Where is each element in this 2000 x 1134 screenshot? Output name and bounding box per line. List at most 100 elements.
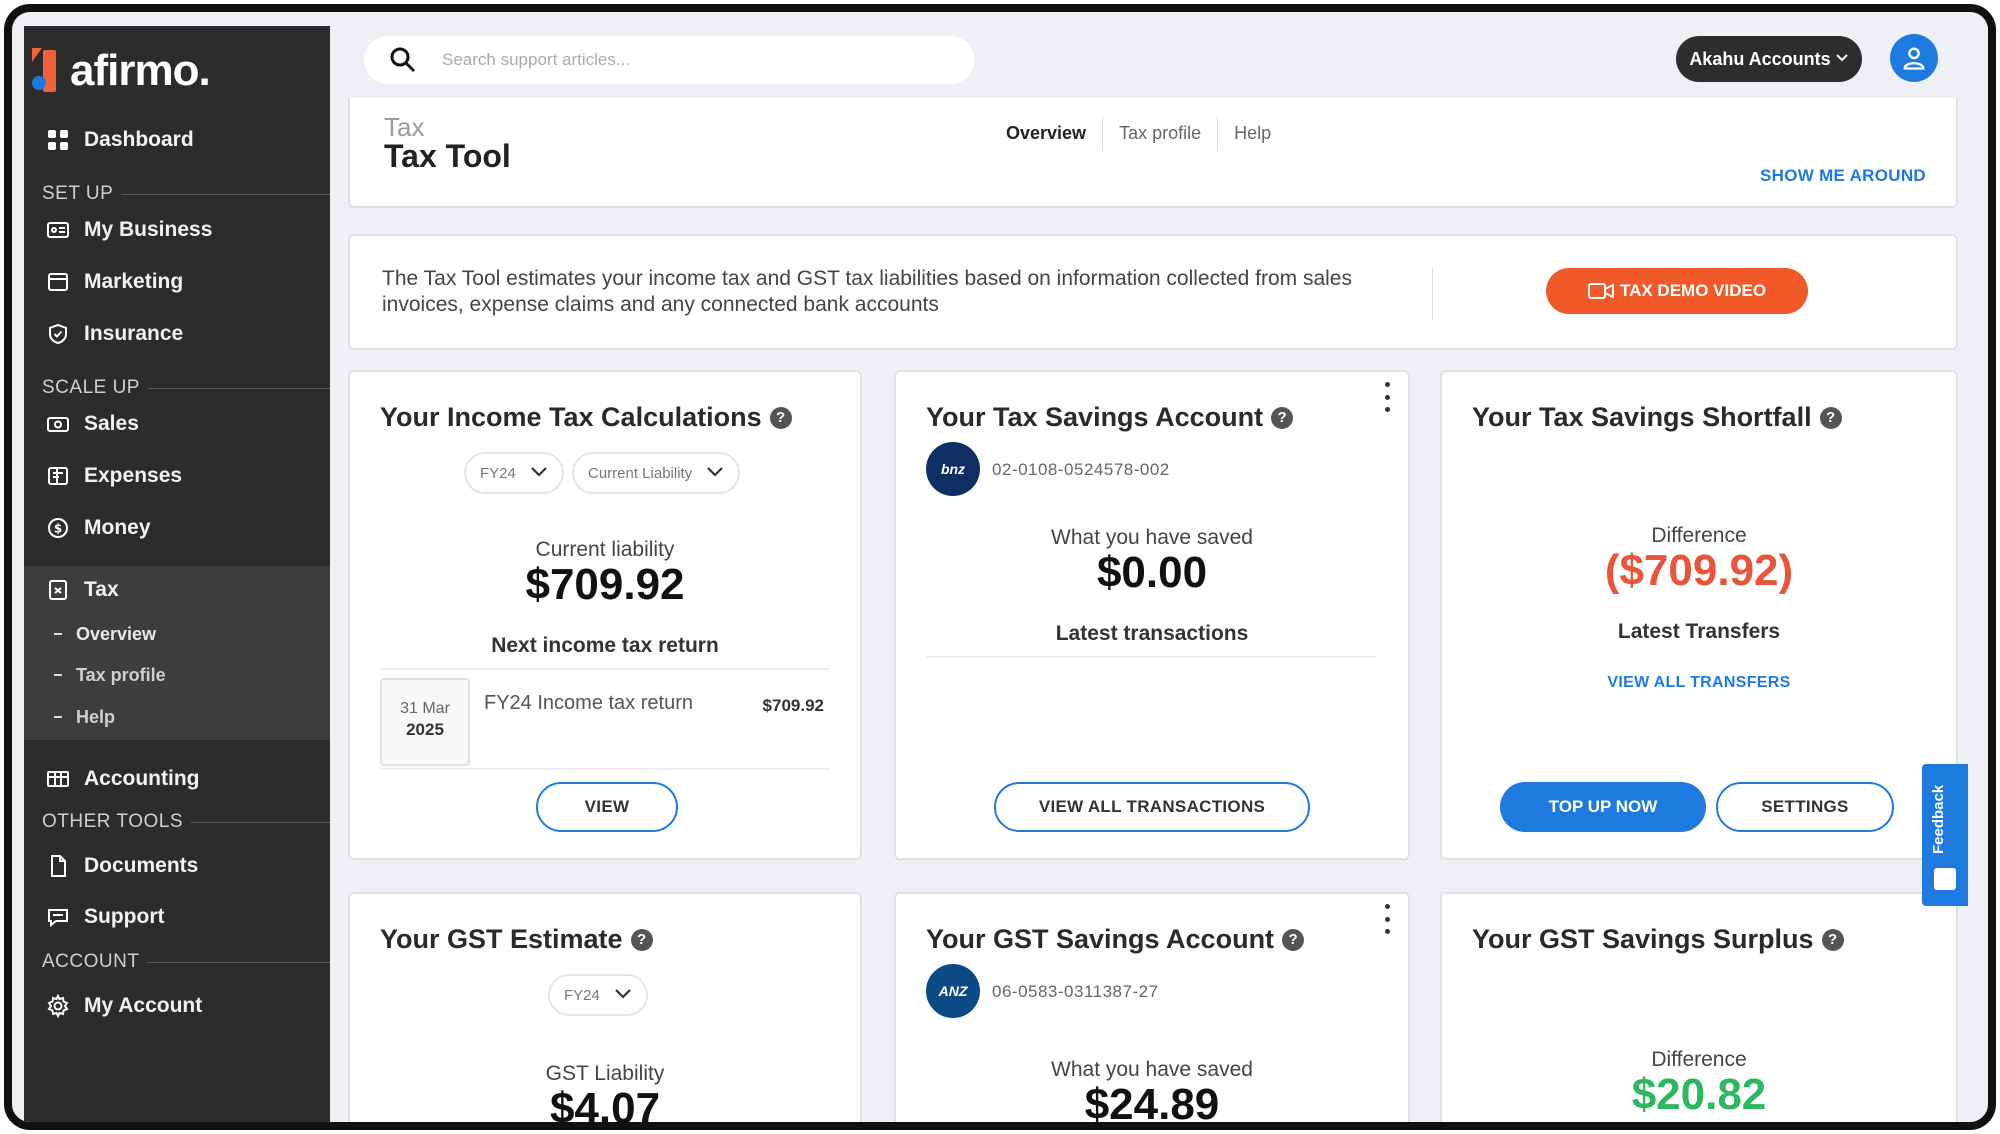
help-icon[interactable]: ? xyxy=(769,406,792,429)
card-title-text: Your Income Tax Calculations xyxy=(380,402,762,432)
settings-button[interactable]: SETTINGS xyxy=(1716,782,1894,832)
sidebar-item-documents[interactable]: Documents xyxy=(24,844,330,888)
sidebar-subitem-help[interactable]: Help xyxy=(24,699,330,735)
more-options-icon[interactable] xyxy=(1382,382,1392,412)
section-label-account: ACCOUNT xyxy=(24,948,330,976)
gst-savings-card: Your GST Savings Account ? ANZ 06-0583-0… xyxy=(894,892,1410,1129)
search-bar[interactable] xyxy=(364,36,974,84)
tax-demo-video-button[interactable]: TAX DEMO VIDEO xyxy=(1546,268,1808,314)
current-liability-value: $709.92 xyxy=(525,560,685,609)
sidebar-subitem-label: Help xyxy=(76,706,116,727)
help-icon[interactable]: ? xyxy=(1821,928,1844,951)
view-all-transactions-button[interactable]: VIEW ALL TRANSACTIONS xyxy=(994,782,1310,832)
tax-shortfall-card: Your Tax Savings Shortfall ? Difference … xyxy=(1440,370,1958,860)
card-title: Your Tax Savings Shortfall ? xyxy=(1472,402,1842,433)
chevron-down-icon xyxy=(706,465,724,482)
user-icon xyxy=(1903,47,1925,70)
afirmo-logo-icon xyxy=(32,48,58,94)
card-title-text: Your GST Estimate xyxy=(380,924,623,954)
sidebar-item-label: Accounting xyxy=(84,767,200,790)
saved-label: What you have saved xyxy=(1051,1058,1253,1081)
sidebar-subitem-tax-profile[interactable]: Tax profile xyxy=(24,657,330,693)
sidebar-subitem-label: Tax profile xyxy=(76,664,166,685)
top-bar: Akahu Accounts xyxy=(330,26,1988,100)
sidebar-item-money[interactable]: $ Money xyxy=(24,506,330,550)
sidebar-item-my-account[interactable]: My Account xyxy=(24,984,330,1028)
help-icon[interactable]: ? xyxy=(630,928,653,951)
feedback-label: Feedback xyxy=(1930,784,1947,854)
sidebar-item-support[interactable]: Support xyxy=(24,895,330,939)
card-title: Your GST Estimate ? xyxy=(380,924,653,955)
section-label-setup: SET UP xyxy=(24,180,330,208)
saved-label: What you have saved xyxy=(1051,526,1253,549)
gst-liability-label: GST Liability xyxy=(545,1062,665,1085)
sidebar-item-tax[interactable]: Tax xyxy=(24,568,330,612)
more-options-icon[interactable] xyxy=(1382,904,1392,934)
search-icon[interactable] xyxy=(388,45,418,75)
card-title-text: Your Tax Savings Account xyxy=(926,402,1264,432)
shortfall-value: ($709.92) xyxy=(1604,546,1794,595)
gear-icon xyxy=(46,994,70,1018)
top-up-now-button[interactable]: TOP UP NOW xyxy=(1500,782,1706,832)
tab-tax-profile[interactable]: Tax profile xyxy=(1102,116,1217,150)
ledger-icon xyxy=(46,767,70,791)
sidebar-item-label: Insurance xyxy=(84,322,184,345)
return-date: 31 Mar 2025 xyxy=(380,678,470,766)
show-me-around-link[interactable]: SHOW ME AROUND xyxy=(1760,166,1926,186)
browser-window-icon xyxy=(46,270,70,294)
chevron-down-icon xyxy=(1835,51,1849,68)
feedback-tab[interactable]: Feedback xyxy=(1922,764,1968,906)
section-label-other-tools: OTHER TOOLS xyxy=(24,808,330,836)
card-title-text: Your Tax Savings Shortfall xyxy=(1472,402,1812,432)
chevron-down-icon xyxy=(614,987,632,1004)
sidebar-subitem-overview[interactable]: Overview xyxy=(24,616,330,652)
tab-help[interactable]: Help xyxy=(1217,116,1287,150)
help-icon[interactable]: ? xyxy=(1819,406,1842,429)
card-title-text: Your GST Savings Account xyxy=(926,924,1275,954)
tab-overview[interactable]: Overview xyxy=(990,116,1102,150)
sidebar-item-insurance[interactable]: Insurance xyxy=(24,312,330,356)
sidebar-item-my-business[interactable]: My Business xyxy=(24,208,330,252)
saved-value: $24.89 xyxy=(1084,1080,1220,1129)
sidebar-item-dashboard[interactable]: Dashboard xyxy=(24,118,330,162)
sidebar-item-expenses[interactable]: Expenses xyxy=(24,454,330,498)
chat-bubble-icon xyxy=(46,905,70,929)
liability-type-select[interactable]: Current Liability xyxy=(572,452,741,494)
tax-document-icon xyxy=(46,578,70,602)
sidebar-item-marketing[interactable]: Marketing xyxy=(24,260,330,304)
card-title: Your GST Savings Account ? xyxy=(926,924,1305,955)
grid-icon xyxy=(46,128,70,152)
transactions-heading: Latest transactions xyxy=(1055,622,1249,645)
sidebar-item-sales[interactable]: Sales xyxy=(24,402,330,446)
year-select[interactable]: FY24 xyxy=(464,452,564,494)
brand-name: afirmo. xyxy=(70,46,211,95)
search-input[interactable] xyxy=(442,50,922,70)
shield-check-icon xyxy=(46,322,70,346)
account-name: Akahu Accounts xyxy=(1689,48,1831,69)
sidebar-subitem-label: Overview xyxy=(76,623,157,644)
svg-text:$: $ xyxy=(54,522,62,536)
chevron-down-icon xyxy=(530,465,548,482)
info-banner: The Tax Tool estimates your income tax a… xyxy=(348,234,1958,350)
app-window: afirmo. Dashboard SET UP My Business Mar… xyxy=(4,4,1996,1130)
income-tax-card: Your Income Tax Calculations ? FY24 Curr… xyxy=(348,370,862,860)
sidebar-item-label: Tax xyxy=(84,578,119,601)
sidebar-item-label: Expenses xyxy=(84,464,183,487)
document-icon xyxy=(46,854,70,878)
sidebar-item-accounting[interactable]: Accounting xyxy=(24,757,330,801)
select-value: FY24 xyxy=(564,986,600,1004)
account-switcher-button[interactable]: Akahu Accounts xyxy=(1676,36,1862,82)
view-button[interactable]: VIEW xyxy=(536,782,678,832)
view-all-transfers-link[interactable]: VIEW ALL TRANSFERS xyxy=(1442,674,1956,692)
help-icon[interactable]: ? xyxy=(1282,928,1305,951)
feedback-icon xyxy=(1934,868,1956,890)
help-icon[interactable]: ? xyxy=(1271,406,1294,429)
sidebar-item-label: Dashboard xyxy=(84,128,194,151)
brand-logo[interactable]: afirmo. xyxy=(32,46,211,96)
user-avatar[interactable] xyxy=(1890,34,1938,82)
card-title: Your Tax Savings Account ? xyxy=(926,402,1294,433)
button-label: TAX DEMO VIDEO xyxy=(1619,281,1767,300)
year-select[interactable]: FY24 xyxy=(548,974,648,1016)
anz-bank-logo: ANZ xyxy=(926,964,980,1018)
cash-register-icon xyxy=(46,412,70,436)
